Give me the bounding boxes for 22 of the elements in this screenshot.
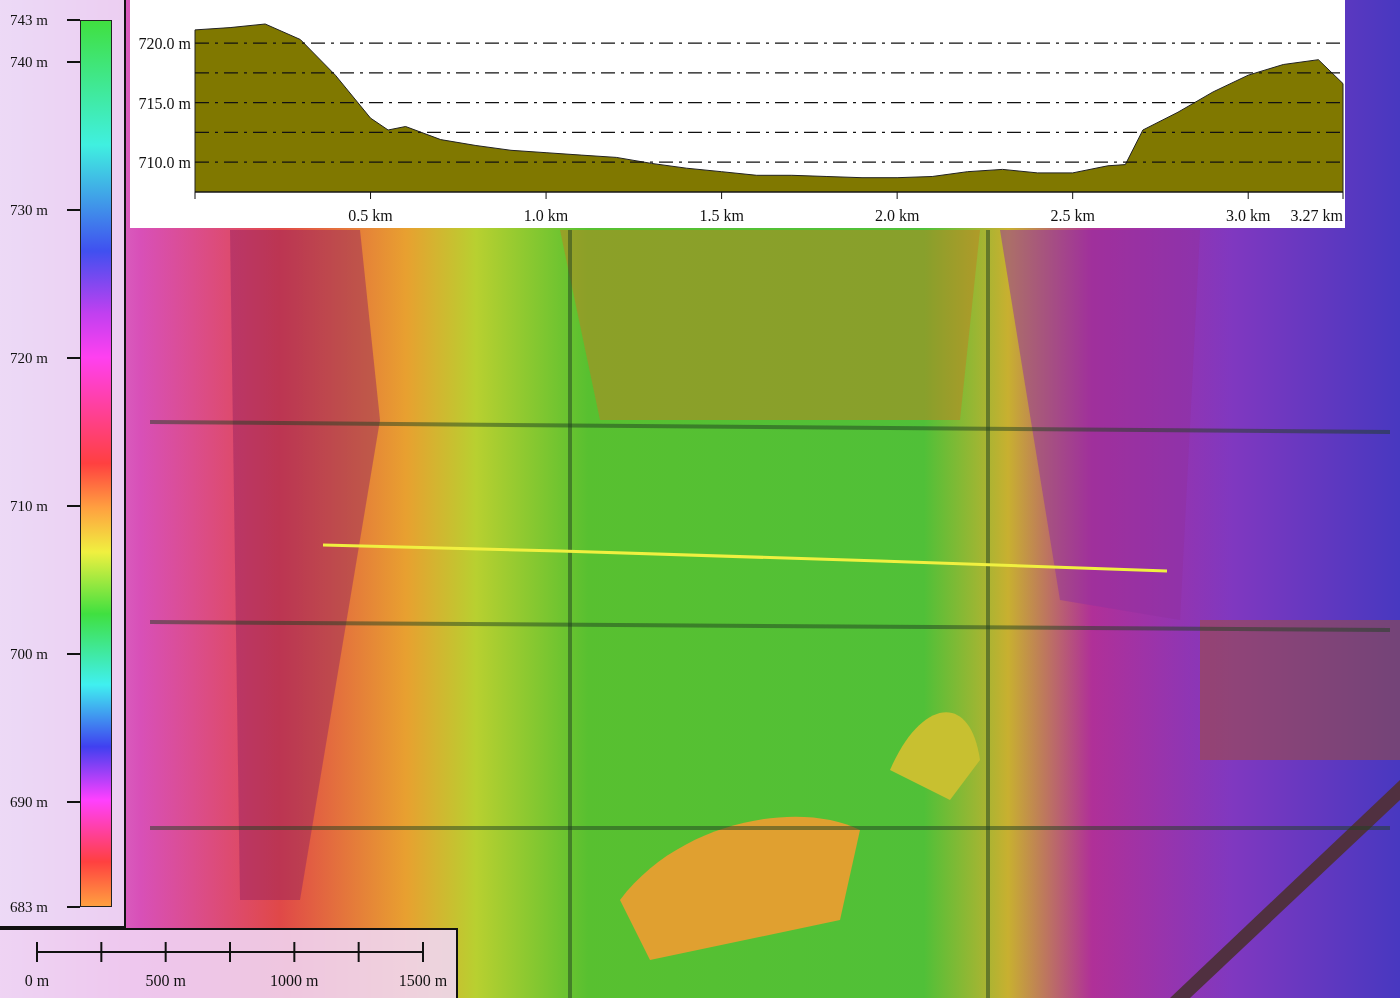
axis-label: 710.0 m [138, 154, 191, 172]
axis-label: 1.5 km [699, 207, 744, 224]
axis-label: 1.0 km [523, 207, 569, 224]
legend-label: 720 m [10, 349, 48, 367]
legend-label: 690 m [10, 793, 48, 811]
legend-label: 700 m [10, 645, 48, 663]
axis-label: 2.0 km [874, 207, 920, 224]
legend-label: 710 m [10, 497, 48, 515]
axis-label: 3.27 km [1290, 207, 1343, 224]
legend-label: 730 m [10, 201, 48, 219]
axis-label: 3.0 km [1226, 207, 1271, 224]
legend-label: 740 m [10, 53, 48, 71]
axis-label: 2.5 km [1050, 207, 1095, 224]
axis-label: 0.5 km [348, 207, 393, 224]
axis-label: 720.0 m [138, 35, 191, 53]
axis-label: 715.0 m [138, 94, 191, 112]
legend-label: 683 m [10, 898, 48, 916]
scale-label: 1000 m [270, 972, 319, 989]
scale-label: 1500 m [398, 972, 448, 989]
legend-label: 743 m [10, 11, 48, 29]
scale-label: 0 m [24, 972, 50, 989]
scale-label: 500 m [145, 972, 186, 989]
